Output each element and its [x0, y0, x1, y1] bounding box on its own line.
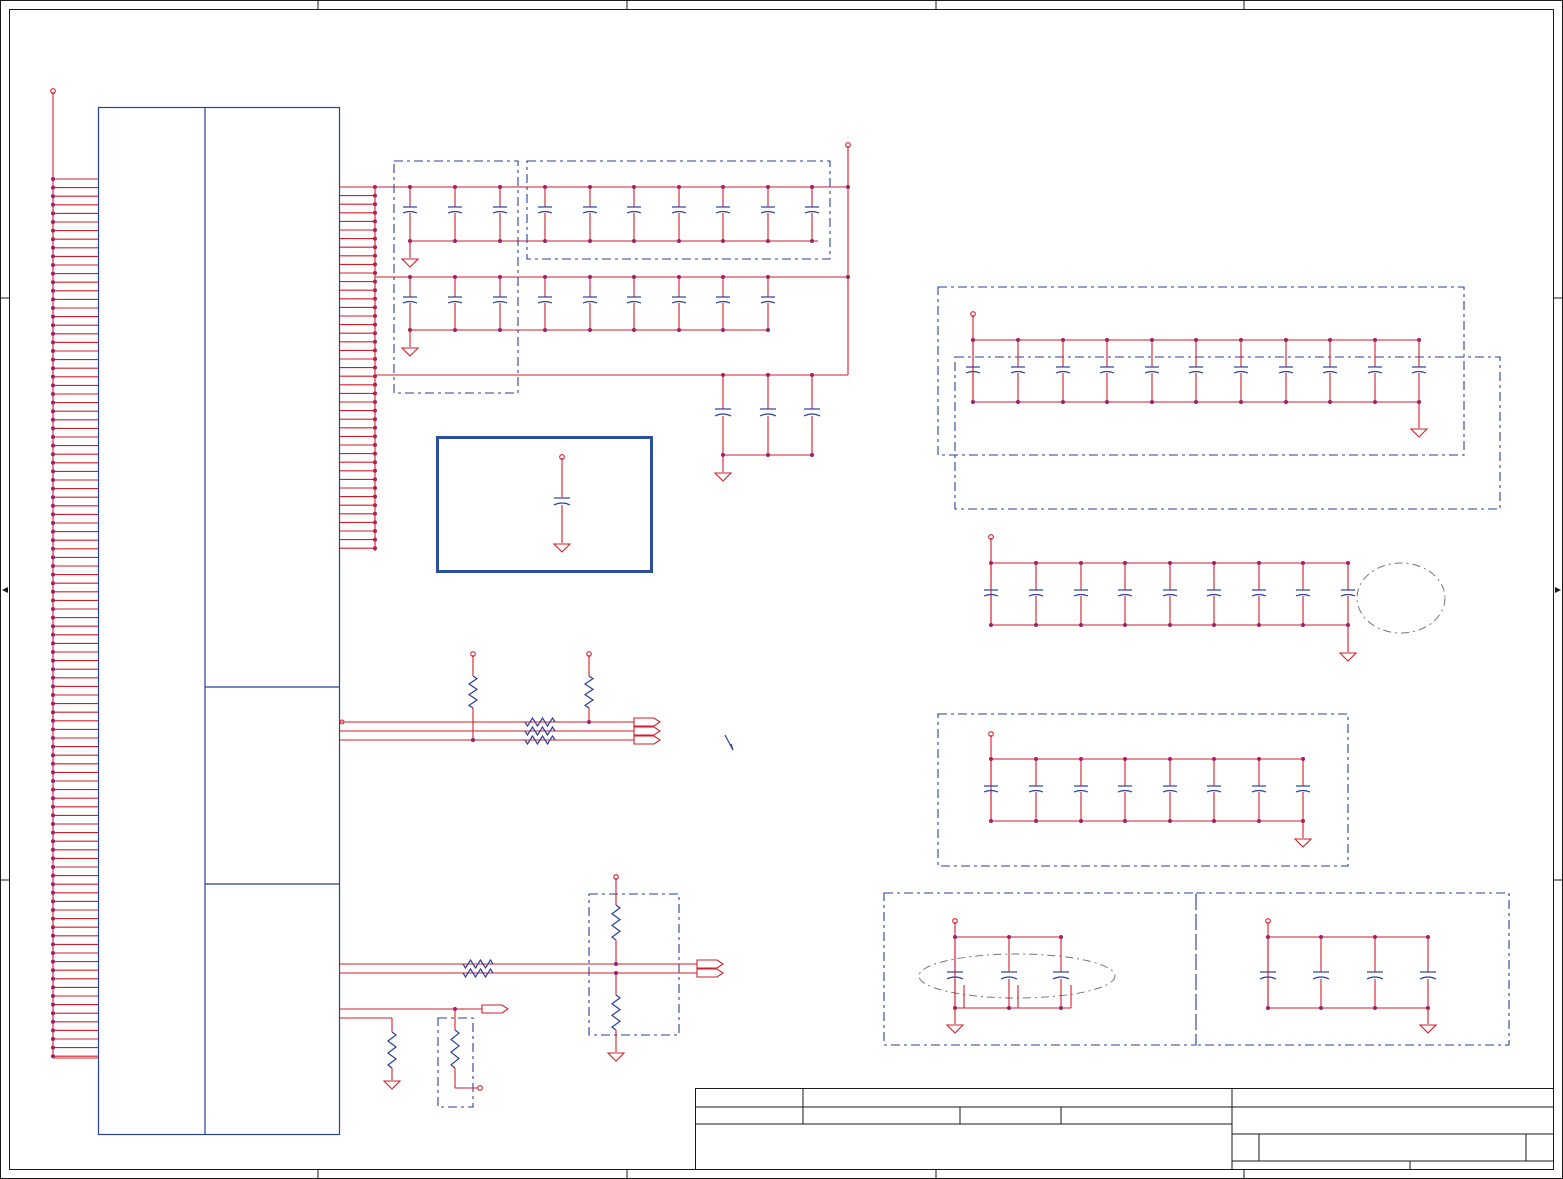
offpage-connector-icon	[633, 735, 661, 745]
capacitor-icon	[760, 296, 776, 304]
ground-icon	[945, 1024, 965, 1034]
ground-icon	[713, 472, 733, 482]
capacitor-icon	[1278, 366, 1294, 374]
capacitor-icon	[492, 296, 508, 304]
resistor-icon	[610, 994, 622, 1031]
capacitor-icon	[1162, 785, 1178, 793]
capacitor-icon	[715, 206, 731, 214]
capacitor-icon	[1340, 589, 1356, 597]
capacitor-icon	[1206, 589, 1222, 597]
capacitor-icon	[804, 206, 820, 214]
capacitor-icon	[582, 296, 598, 304]
capacitor-icon	[1052, 971, 1070, 980]
capacitor-icon	[803, 408, 821, 417]
ground-icon	[1418, 1024, 1438, 1034]
capacitor-icon	[671, 206, 687, 214]
ground-icon	[1409, 428, 1429, 438]
capacitor-icon	[1117, 589, 1133, 597]
ground-icon	[1293, 838, 1313, 848]
capacitor-icon	[582, 206, 598, 214]
resistor-icon	[524, 734, 556, 746]
capacitor-icon	[1295, 589, 1311, 597]
capacitor-icon	[1117, 785, 1133, 793]
capacitor-icon	[1251, 785, 1267, 793]
capacitor-icon	[537, 296, 553, 304]
capacitor-icon	[1099, 366, 1115, 374]
capacitor-icon	[1295, 785, 1311, 793]
ic-power-pins	[340, 185, 377, 551]
group-outlines	[393, 160, 1510, 1108]
capacitor-icon	[1312, 971, 1330, 980]
title-block	[695, 1088, 1554, 1170]
capacitor-icon	[715, 296, 731, 304]
ground-icon	[606, 1052, 626, 1062]
highlight-box	[436, 436, 653, 573]
resistor-icon	[524, 725, 556, 737]
capacitor-icon	[714, 408, 732, 417]
ground-icon	[1338, 652, 1358, 662]
pin-marker	[477, 1085, 483, 1091]
capacitor-icon	[1010, 366, 1026, 374]
decoupling-bank-top	[375, 142, 851, 482]
resistor-icon	[610, 904, 622, 941]
capacitor-icon	[1411, 366, 1427, 374]
capacitor-icon	[1028, 589, 1044, 597]
capacitor-icon	[1233, 366, 1249, 374]
capacitor-icon	[1144, 366, 1160, 374]
resistor-icon	[462, 958, 494, 970]
capacitor-icon	[492, 206, 508, 214]
capacitor-icon	[1419, 971, 1437, 980]
ground-icon	[382, 1080, 402, 1090]
capacitor-icon	[1000, 971, 1018, 980]
capacitor-icon	[1366, 971, 1384, 980]
resistor-icon	[462, 967, 494, 979]
schematic-sheet	[0, 0, 1563, 1179]
resistor-icon	[583, 675, 595, 709]
capacitor-icon	[1055, 366, 1071, 374]
capacitor-icon	[1322, 366, 1338, 374]
offpage-connector-icon	[696, 959, 724, 969]
resistor-icon	[387, 1031, 397, 1069]
capacitor-icon	[537, 206, 553, 214]
capacitor-icon	[553, 497, 571, 506]
ground-icon	[400, 258, 420, 268]
offpage-connector-icon	[696, 968, 724, 978]
capacitor-icon	[760, 206, 776, 214]
capacitor-icon	[1073, 785, 1089, 793]
capacitor-icon	[1028, 785, 1044, 793]
capacitor-icon	[1073, 589, 1089, 597]
ground-icon	[400, 347, 420, 357]
capacitor-icon	[1367, 366, 1383, 374]
capacitor-icon	[759, 408, 777, 417]
capacitor-icon	[1206, 785, 1222, 793]
left-bus	[50, 88, 98, 1059]
capacitor-icon	[1162, 589, 1178, 597]
offpage-connector-icon	[481, 1004, 509, 1014]
capacitor-icon	[447, 296, 463, 304]
capacitor-icon	[402, 296, 418, 304]
ic-symbol	[97, 106, 341, 1136]
offpage-connector-icon	[633, 717, 661, 727]
capacitor-icon	[1188, 366, 1204, 374]
schematic-components	[339, 311, 1438, 1091]
resistor-icon	[450, 1029, 460, 1069]
sheet-frame	[0, 0, 1563, 1179]
resistor-icon	[524, 716, 556, 728]
capacitor-icon	[626, 296, 642, 304]
resistor-icon	[467, 675, 479, 709]
capacitor-icon	[1251, 589, 1267, 597]
capacitor-icon	[447, 206, 463, 214]
capacitor-icon	[402, 206, 418, 214]
capacitor-icon	[626, 206, 642, 214]
offpage-connector-icon	[633, 726, 661, 736]
ground-icon	[552, 543, 572, 553]
capacitor-icon	[671, 296, 687, 304]
